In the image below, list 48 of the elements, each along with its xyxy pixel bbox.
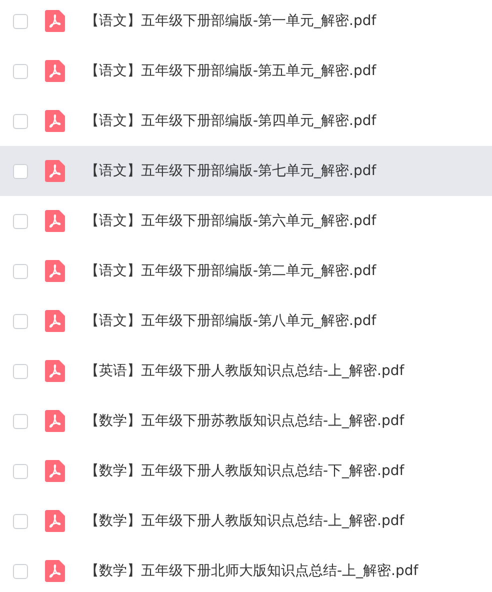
checkbox[interactable]	[13, 64, 28, 78]
file-name[interactable]: 【语文】五年级下册部编版-第一单元_解密.pdf	[85, 12, 376, 30]
checkbox[interactable]	[13, 564, 28, 578]
checkbox[interactable]	[13, 414, 28, 428]
pdf-file-icon	[45, 10, 65, 32]
pdf-file-icon	[45, 360, 65, 382]
file-name[interactable]: 【语文】五年级下册部编版-第八单元_解密.pdf	[85, 312, 376, 330]
checkbox[interactable]	[13, 264, 28, 278]
pdf-file-icon	[45, 460, 65, 482]
file-name[interactable]: 【语文】五年级下册部编版-第七单元_解密.pdf	[85, 162, 376, 180]
file-row[interactable]: 【语文】五年级下册部编版-第七单元_解密.pdf	[0, 146, 492, 196]
file-row[interactable]: 【数学】五年级下册人教版知识点总结-下_解密.pdf	[0, 446, 492, 496]
file-name[interactable]: 【数学】五年级下册苏教版知识点总结-上_解密.pdf	[85, 412, 404, 430]
checkbox[interactable]	[13, 364, 28, 378]
checkbox[interactable]	[13, 14, 28, 28]
checkbox[interactable]	[13, 114, 28, 128]
file-name[interactable]: 【英语】五年级下册人教版知识点总结-上_解密.pdf	[85, 362, 404, 380]
file-row[interactable]: 【语文】五年级下册部编版-第一单元_解密.pdf	[0, 0, 492, 46]
pdf-file-icon	[45, 60, 65, 82]
file-row[interactable]: 【数学】五年级下册北师大版知识点总结-上_解密.pdf	[0, 546, 492, 592]
file-name[interactable]: 【数学】五年级下册人教版知识点总结-下_解密.pdf	[85, 462, 404, 480]
file-row[interactable]: 【数学】五年级下册苏教版知识点总结-上_解密.pdf	[0, 396, 492, 446]
file-row[interactable]: 【英语】五年级下册人教版知识点总结-上_解密.pdf	[0, 346, 492, 396]
pdf-file-icon	[45, 560, 65, 582]
checkbox[interactable]	[13, 514, 28, 528]
checkbox[interactable]	[13, 214, 28, 228]
file-name[interactable]: 【数学】五年级下册人教版知识点总结-上_解密.pdf	[85, 512, 404, 530]
pdf-file-icon	[45, 160, 65, 182]
file-row[interactable]: 【数学】五年级下册人教版知识点总结-上_解密.pdf	[0, 496, 492, 546]
file-name[interactable]: 【语文】五年级下册部编版-第五单元_解密.pdf	[85, 62, 376, 80]
checkbox[interactable]	[13, 314, 28, 328]
file-row[interactable]: 【语文】五年级下册部编版-第二单元_解密.pdf	[0, 246, 492, 296]
pdf-file-icon	[45, 260, 65, 282]
file-name[interactable]: 【数学】五年级下册北师大版知识点总结-上_解密.pdf	[85, 562, 418, 580]
file-name[interactable]: 【语文】五年级下册部编版-第二单元_解密.pdf	[85, 262, 376, 280]
file-row[interactable]: 【语文】五年级下册部编版-第四单元_解密.pdf	[0, 96, 492, 146]
file-row[interactable]: 【语文】五年级下册部编版-第五单元_解密.pdf	[0, 46, 492, 96]
pdf-file-icon	[45, 110, 65, 132]
pdf-file-icon	[45, 510, 65, 532]
checkbox[interactable]	[13, 164, 28, 178]
file-name[interactable]: 【语文】五年级下册部编版-第四单元_解密.pdf	[85, 112, 376, 130]
pdf-file-icon	[45, 210, 65, 232]
file-name[interactable]: 【语文】五年级下册部编版-第六单元_解密.pdf	[85, 212, 376, 230]
pdf-file-icon	[45, 410, 65, 432]
file-row[interactable]: 【语文】五年级下册部编版-第六单元_解密.pdf	[0, 196, 492, 246]
file-row[interactable]: 【语文】五年级下册部编版-第八单元_解密.pdf	[0, 296, 492, 346]
pdf-file-icon	[45, 310, 65, 332]
checkbox[interactable]	[13, 464, 28, 478]
